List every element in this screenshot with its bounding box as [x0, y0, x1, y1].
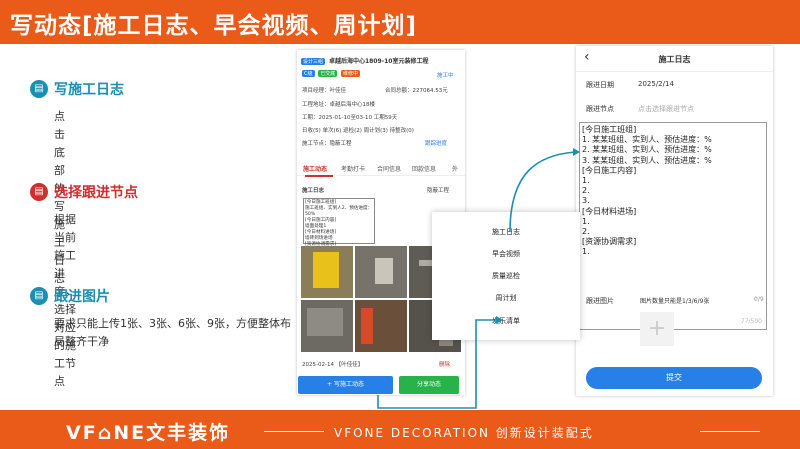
- slide: 写动态[施工日志、早会视频、周计划] ▤ 写施工日志 点击 底部的 写施工日志 …: [0, 0, 800, 449]
- connector-arrows: [377, 148, 580, 409]
